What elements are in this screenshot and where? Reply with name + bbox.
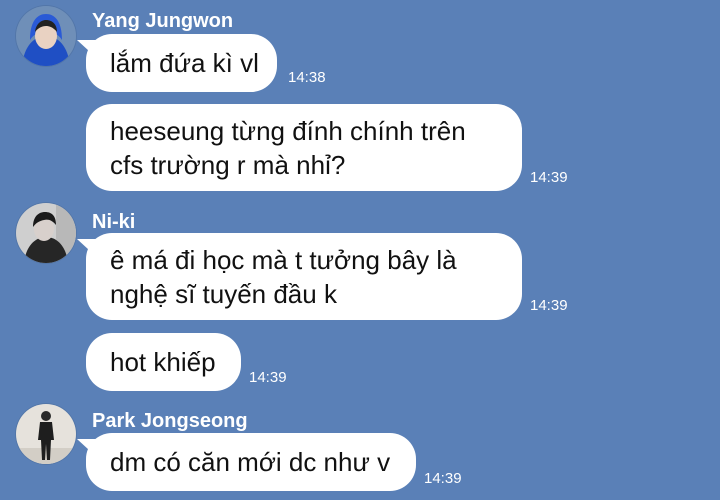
avatar-monochrome-icon: [16, 203, 76, 263]
message-text: hot khiếp: [110, 347, 216, 377]
message-time: 14:39: [530, 297, 568, 314]
sender-name: Park Jongseong: [92, 410, 248, 432]
message-text: cfs trường r mà nhỉ?: [110, 149, 346, 180]
message-bubble[interactable]: dm có căn mới dc như v: [86, 433, 416, 491]
message-text: nghệ sĩ tuyến đầu k: [110, 278, 337, 309]
message-text: dm có căn mới dc như v: [110, 447, 391, 477]
message-text: lắm đứa kì vl: [110, 48, 259, 78]
avatar-yang-jungwon[interactable]: [16, 6, 76, 66]
message-text: ê má đi học mà t tưởng bây là: [110, 244, 457, 275]
avatar-ni-ki[interactable]: [16, 203, 76, 263]
message-bubble[interactable]: lắm đứa kì vl: [86, 34, 277, 92]
message-time: 14:39: [424, 470, 462, 487]
message-bubble[interactable]: ê má đi học mà t tưởng bây là nghệ sĩ tu…: [86, 233, 522, 320]
avatar-park-jongseong[interactable]: [16, 404, 76, 464]
message-time: 14:39: [530, 169, 568, 186]
message-text: heeseung từng đính chính trên: [110, 115, 466, 146]
avatar-blue-hoodie-icon: [16, 6, 76, 66]
message-time: 14:38: [288, 69, 326, 86]
sender-name: Ni-ki: [92, 211, 136, 233]
message-time: 14:39: [249, 369, 287, 386]
message-bubble[interactable]: heeseung từng đính chính trên cfs trường…: [86, 104, 522, 191]
message-bubble[interactable]: hot khiếp: [86, 333, 241, 391]
sender-name: Yang Jungwon: [92, 10, 234, 32]
avatar-standing-figure-icon: [16, 404, 76, 464]
